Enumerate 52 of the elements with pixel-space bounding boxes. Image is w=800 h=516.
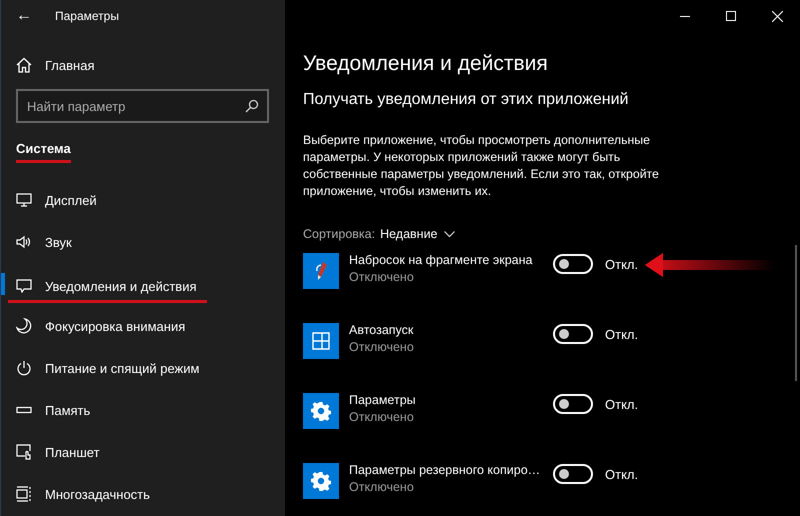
close-icon[interactable] xyxy=(772,10,782,22)
window-layout-icon xyxy=(311,331,331,351)
app-name[interactable]: Параметры резервного копиро… xyxy=(349,462,540,479)
speaker-icon xyxy=(16,235,32,249)
search-field[interactable]: Найти параметр xyxy=(16,89,269,123)
app-name[interactable]: Набросок на фрагменте экрана xyxy=(349,252,532,269)
pen-icon xyxy=(313,261,329,281)
section-heading: Система xyxy=(16,141,71,163)
toggle-switch[interactable] xyxy=(553,464,593,484)
section-heading: Получать уведомления от этих приложений xyxy=(303,91,630,109)
power-icon xyxy=(16,360,32,376)
window-title: Параметры xyxy=(55,9,119,23)
sidebar-item[interactable]: Многозадачность xyxy=(45,486,150,502)
toggle-label: Откл. xyxy=(605,326,638,342)
toggle-switch[interactable] xyxy=(553,324,593,344)
app-name[interactable]: Параметры xyxy=(349,392,416,409)
toggle-switch[interactable] xyxy=(553,254,593,274)
moon-icon xyxy=(16,318,32,334)
search-icon xyxy=(245,99,259,113)
home-link[interactable]: Главная xyxy=(45,58,94,72)
monitor-icon xyxy=(16,193,32,207)
sidebar-item[interactable]: Уведомления и действия xyxy=(45,278,197,294)
toggle-label: Откл. xyxy=(605,256,638,272)
gear-icon xyxy=(311,401,331,421)
sort-label: Сортировка: xyxy=(303,227,376,241)
multitasking-icon xyxy=(16,486,32,502)
sidebar-item[interactable]: Звук xyxy=(45,234,72,250)
gear-icon xyxy=(311,471,331,491)
back-button[interactable]: ← xyxy=(15,7,33,25)
app-status: Отключено xyxy=(349,479,415,496)
app-status: Отключено xyxy=(349,269,415,286)
sort-dropdown[interactable]: Недавние xyxy=(380,227,455,241)
scrollbar[interactable] xyxy=(795,245,797,381)
sidebar-item[interactable]: Питание и спящий режим xyxy=(45,360,200,376)
chevron-down-icon xyxy=(444,230,455,238)
sidebar-item[interactable]: Дисплей xyxy=(45,192,97,208)
home-icon xyxy=(16,57,32,73)
maximize-icon[interactable] xyxy=(726,11,736,21)
app-status: Отключено xyxy=(349,339,415,356)
toggle-label: Откл. xyxy=(605,466,638,482)
page-title: Уведомления и действия xyxy=(303,52,549,76)
app-name[interactable]: Автозапуск xyxy=(349,322,414,339)
toggle-label: Откл. xyxy=(605,396,638,412)
app-status: Отключено xyxy=(349,409,415,426)
speech-bubble-icon xyxy=(16,279,32,293)
tablet-icon xyxy=(16,444,32,460)
description-text: Выберите приложение, чтобы просмотреть дополнительные параметры. У некоторых приложений также могут быть собственные параметры уведомлений. Если это так, откройте приложение, чтобы изменить их. xyxy=(303,132,660,200)
sidebar-item[interactable]: Память xyxy=(45,402,90,418)
toggle-switch[interactable] xyxy=(553,394,593,414)
sidebar-item[interactable]: Фокусировка внимания xyxy=(45,318,186,334)
sidebar-item[interactable]: Планшет xyxy=(45,444,100,460)
storage-icon xyxy=(16,406,32,414)
